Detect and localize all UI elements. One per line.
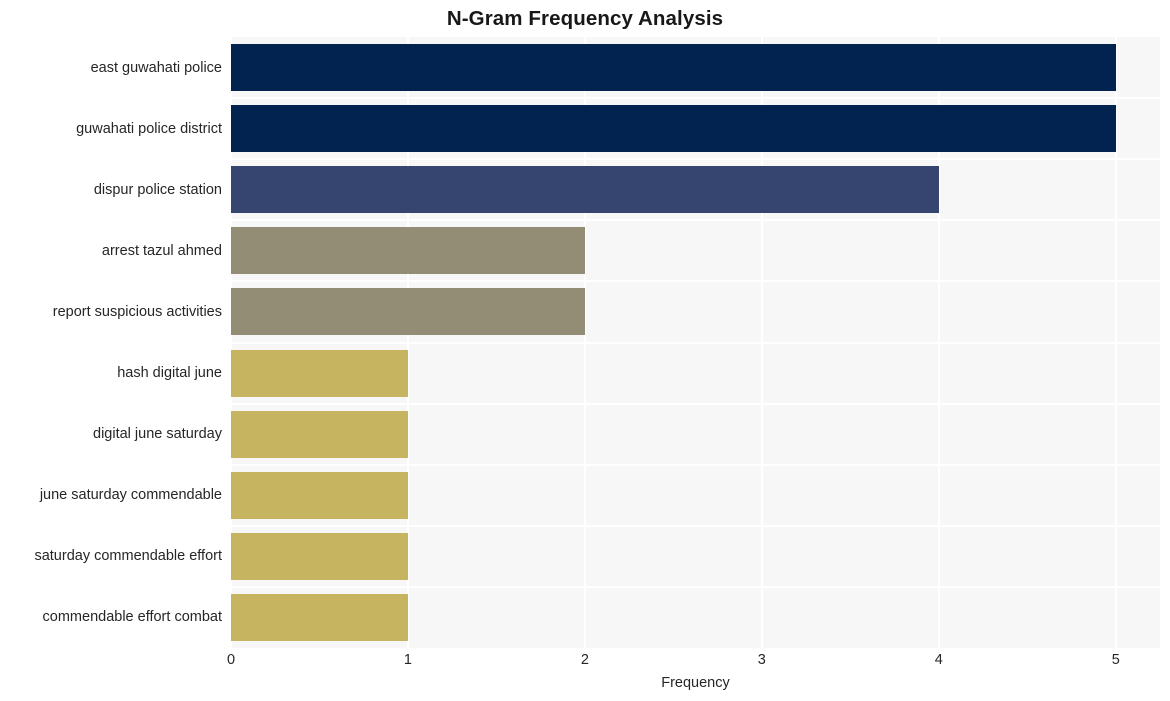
horizontal-gridline: [231, 280, 1160, 283]
x-axis-tick-label: 5: [1111, 652, 1120, 668]
bar: [231, 288, 585, 335]
bar: [231, 105, 1116, 152]
bar: [231, 472, 408, 519]
horizontal-gridline: [231, 158, 1160, 161]
horizontal-gridline: [231, 463, 1160, 466]
y-axis-tick-label: east guwahati police: [90, 60, 222, 76]
horizontal-gridline: [231, 219, 1160, 222]
bar: [231, 166, 939, 213]
chart-title: N-Gram Frequency Analysis: [446, 7, 724, 30]
x-axis-tick-label: 3: [757, 652, 766, 668]
x-axis-tick-label: 1: [403, 652, 412, 668]
y-axis-tick-label: hash digital june: [117, 365, 222, 381]
horizontal-gridline: [231, 97, 1160, 100]
ngram-frequency-bar-chart: N-Gram Frequency Analysis east guwahati …: [0, 0, 1170, 701]
plot-area: [231, 37, 1160, 648]
x-axis-label: Frequency: [661, 675, 730, 691]
x-axis-tick-labels: 0 1 2 3 4 5: [227, 650, 1160, 674]
horizontal-gridline: [231, 524, 1160, 527]
y-axis-tick-label: saturday commendable effort: [34, 548, 222, 564]
x-axis-tick-label: 0: [226, 652, 236, 668]
bar: [231, 227, 585, 274]
y-axis-tick-label: commendable effort combat: [42, 609, 222, 625]
horizontal-gridline: [231, 585, 1160, 588]
y-axis-tick-labels: east guwahati police guwahati police dist…: [0, 37, 222, 648]
bar: [231, 44, 1116, 91]
y-axis-tick-label: digital june saturday: [93, 426, 222, 442]
horizontal-gridline: [231, 402, 1160, 405]
y-axis-tick-label: report suspicious activities: [52, 304, 222, 320]
y-axis-tick-label: dispur police station: [93, 182, 222, 198]
bar: [231, 411, 408, 458]
x-axis-tick-label: 4: [934, 652, 943, 668]
x-axis-tick-label: 2: [580, 652, 589, 668]
y-axis-tick-label: guwahati police district: [76, 121, 222, 137]
bar: [231, 350, 408, 397]
y-axis-tick-label: arrest tazul ahmed: [101, 243, 222, 259]
bar: [231, 533, 408, 580]
y-axis-tick-label: june saturday commendable: [39, 487, 222, 503]
bar: [231, 594, 408, 641]
horizontal-gridline: [231, 341, 1160, 344]
